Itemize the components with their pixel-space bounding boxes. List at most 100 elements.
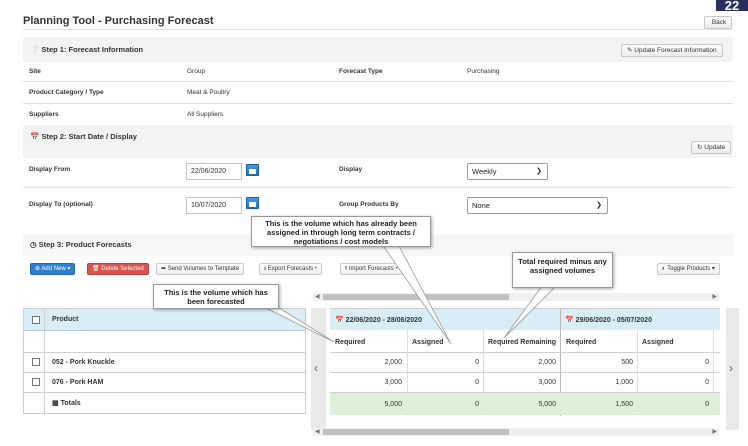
period-header: 📅 22/06/2020 - 28/06/2020 xyxy=(335,316,422,324)
calendar-picker-icon[interactable] xyxy=(246,164,259,176)
table-cell: 0 xyxy=(638,379,709,386)
toggle-products-button[interactable]: ◐ Toggle Products ▾ xyxy=(657,263,720,275)
forecast-grid: 📅 22/06/2020 - 28/06/2020 📅 29/06/2020 -… xyxy=(330,308,720,416)
column-header: Required Remaining xyxy=(488,339,556,346)
totals-cell: 5,000 xyxy=(484,401,556,408)
product-column-header: Product xyxy=(52,316,78,323)
table-cell: 500 xyxy=(561,359,633,366)
row-divider xyxy=(23,187,733,188)
trash-icon: 🗑 xyxy=(92,266,100,272)
step3-title: ◷ Step 3: Product Forecasts xyxy=(30,240,132,249)
category-label: Product Category / Type xyxy=(29,89,104,96)
horizontal-scrollbar-bottom[interactable]: ◀ ▶ xyxy=(313,428,719,436)
import-forecasts-button[interactable]: ⭱ Import Forecasts ▾ xyxy=(340,263,403,275)
page-title: Planning Tool - Purchasing Forecast xyxy=(23,15,214,27)
display-to-label: Display To (optional) xyxy=(29,201,93,208)
column-header: Assigned xyxy=(642,339,674,346)
scroll-left-arrow-icon: ◀ xyxy=(315,293,320,301)
table-cell: 0 xyxy=(408,379,479,386)
info-icon: ❔ xyxy=(30,45,39,54)
scroll-right-button[interactable]: › xyxy=(726,308,739,430)
forecast-type-label: Forecast Type xyxy=(339,68,383,75)
calendar-picker-icon[interactable] xyxy=(246,197,259,209)
export-forecasts-button[interactable]: ⭳ Export Forecasts ▾ xyxy=(259,263,322,275)
column-header: Required xyxy=(566,339,596,346)
table-cell: 0 xyxy=(408,359,479,366)
chevron-right-icon: › xyxy=(729,361,733,375)
product-name: 076 - Pork HAM xyxy=(52,379,103,386)
scroll-left-button[interactable]: ‹ xyxy=(311,308,326,430)
calendar-icon: 📅 xyxy=(565,317,574,324)
spacer-row xyxy=(24,331,305,353)
totals-cell: 0 xyxy=(408,401,479,408)
chevron-down-icon: ❯ xyxy=(596,198,602,213)
group-by-select[interactable]: None ❯ xyxy=(467,197,608,214)
table-cell: 0 xyxy=(638,359,709,366)
display-select[interactable]: Weekly ❯ xyxy=(467,163,548,180)
remaining-callout: Total required minus any assigned volume… xyxy=(512,252,613,288)
update-display-button[interactable]: ↻ Update xyxy=(691,141,731,154)
column-header: Assigned xyxy=(412,339,444,346)
step2-title: 📅 Step 2: Start Date / Display xyxy=(30,132,137,141)
header-divider xyxy=(23,29,733,30)
column-header: Required xyxy=(335,339,365,346)
forecasted-callout: This is the volume which has been foreca… xyxy=(153,284,279,309)
clock-icon: ◷ xyxy=(30,240,37,249)
row-divider xyxy=(23,81,733,82)
product-table: Product 052 - Pork Knuckle 076 - Pork HA… xyxy=(23,308,306,414)
scroll-right-arrow-icon: ▶ xyxy=(712,293,717,301)
assigned-callout: This is the volume which has already bee… xyxy=(251,216,431,247)
update-forecast-button[interactable]: ✎ Update Forecast Information xyxy=(621,44,723,57)
back-button[interactable]: 🡈 Back xyxy=(704,16,732,29)
table-cell: 2,000 xyxy=(330,359,402,366)
totals-label: ▦ Totals xyxy=(52,399,81,407)
table-cell: 3,000 xyxy=(484,379,556,386)
share-icon: ➦ xyxy=(161,266,166,272)
site-label: Site xyxy=(29,68,41,75)
table-cell: 2,000 xyxy=(484,359,556,366)
horizontal-scrollbar-top[interactable]: ◀ ▶ xyxy=(313,293,719,301)
step2-header xyxy=(23,125,733,158)
suppliers-value: All Suppliers xyxy=(187,111,223,118)
display-to-input[interactable]: 10/07/2020 xyxy=(186,197,242,214)
table-cell: 3,000 xyxy=(330,379,402,386)
site-value: Group xyxy=(187,68,205,75)
suppliers-label: Suppliers xyxy=(29,111,59,118)
category-value: Meat & Poultry xyxy=(187,89,230,96)
row-checkbox[interactable] xyxy=(32,378,40,386)
display-from-input[interactable]: 22/06/2020 xyxy=(186,163,242,180)
period-header: 📅 29/06/2020 - 05/07/2020 xyxy=(565,316,652,324)
refresh-icon: ↻ xyxy=(697,144,702,151)
display-from-label: Display From xyxy=(29,166,70,173)
delete-selected-button[interactable]: 🗑 Delete Selected xyxy=(87,263,149,275)
send-volumes-button[interactable]: ➦ Send Volumes to Template xyxy=(156,263,244,275)
scroll-thumb[interactable] xyxy=(323,294,509,300)
add-new-button[interactable]: ⊕ Add New ▾ xyxy=(30,263,75,275)
brand-logo: 22 xyxy=(716,0,748,11)
scroll-right-arrow-icon: ▶ xyxy=(712,428,717,436)
scroll-thumb[interactable] xyxy=(323,429,509,435)
row-divider xyxy=(23,103,733,104)
calculator-icon: ▦ xyxy=(52,400,59,407)
step1-title: ❔ Step 1: Forecast Information xyxy=(30,45,143,54)
chevron-down-icon: ❯ xyxy=(536,164,542,179)
toggle-icon: ◐ xyxy=(662,266,666,272)
totals-cell: 5,000 xyxy=(330,401,402,408)
product-name: 052 - Pork Knuckle xyxy=(52,359,115,366)
download-icon: ⭳ xyxy=(264,266,266,272)
calendar-icon: 📅 xyxy=(335,317,344,324)
chevron-left-icon: ‹ xyxy=(314,361,318,375)
scroll-left-arrow-icon: ◀ xyxy=(315,428,320,436)
plus-icon: ⊕ xyxy=(35,266,40,272)
display-label: Display xyxy=(339,166,362,173)
upload-icon: ⭱ xyxy=(345,266,347,272)
edit-icon: ✎ xyxy=(627,47,632,54)
totals-cell: 0 xyxy=(638,401,709,408)
forecast-type-value: Purchasing xyxy=(467,68,500,75)
calendar-icon: 📅 xyxy=(30,132,39,141)
totals-cell: 1,500 xyxy=(561,401,633,408)
select-all-checkbox[interactable] xyxy=(32,316,40,324)
table-cell: 1,000 xyxy=(561,379,633,386)
group-by-label: Group Products By xyxy=(339,201,399,208)
row-checkbox[interactable] xyxy=(32,358,40,366)
